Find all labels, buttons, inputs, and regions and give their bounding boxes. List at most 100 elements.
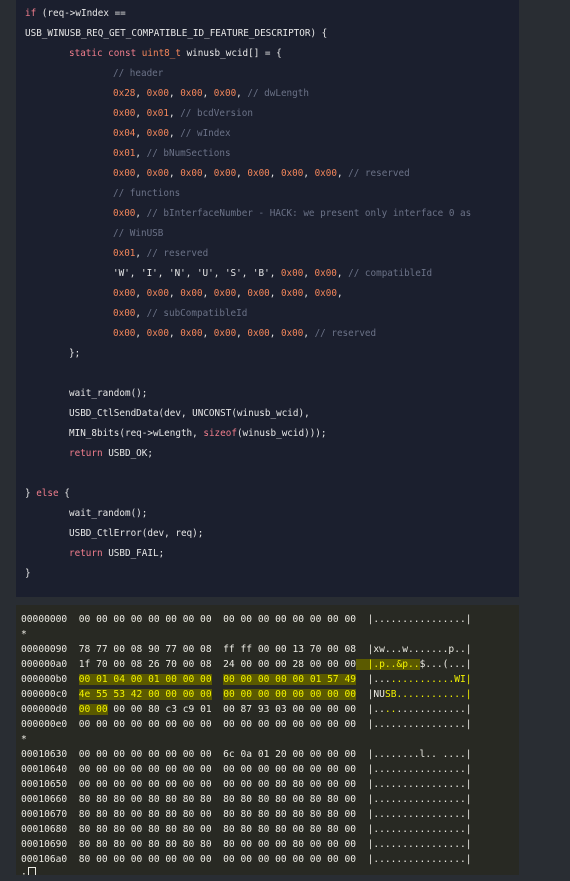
code-comment: // bInterfaceNumber - HACK: we present o… — [146, 208, 472, 219]
code-text: winusb_wcid[] = { — [180, 48, 282, 59]
highlighted-bytes: .. — [384, 704, 397, 715]
code-comment: // bcdVersion — [180, 108, 253, 119]
code-line: 0x01, // bNumSections — [113, 144, 231, 164]
code-line: 0x00, // subCompatibleId — [113, 304, 247, 324]
hexdump-line: 00000000 00 00 00 00 00 00 00 00 00 00 0… — [21, 614, 472, 625]
highlighted-bytes: |.p..&p.. — [356, 659, 420, 670]
code-text: , — [269, 288, 281, 299]
code-literal: 0x00 — [314, 268, 337, 279]
code-line: USBD_CtlSendData(dev, UNCONST(winusb_wci… — [69, 404, 310, 424]
hexdump-line: 000106a0 80 00 00 00 00 00 00 00 00 00 0… — [21, 854, 472, 865]
code-literal: 0x00 — [314, 288, 337, 299]
code-line: wait_random(); — [69, 384, 147, 404]
code-text: , — [303, 288, 315, 299]
code-line: USB_WINUSB_REQ_GET_COMPATIBLE_ID_FEATURE… — [25, 24, 327, 44]
code-comment: // wIndex — [180, 128, 231, 139]
code-literal: 0x00 — [113, 108, 136, 119]
code-literal: 0x00 — [180, 328, 203, 339]
code-keyword: return — [69, 548, 103, 559]
code-text: , — [135, 148, 147, 159]
highlighted-bytes: 00 01 04 00 01 00 00 00 — [78, 674, 212, 685]
hexdump-line: 00010630 00 00 00 00 00 00 00 00 6c 0a 0… — [21, 749, 472, 760]
code-text: 'W', 'I', 'N', 'U', 'S', 'B', — [113, 268, 281, 279]
code-line: } else { — [25, 484, 70, 504]
hexdump-line: 000000e0 00 00 00 00 00 00 00 00 00 00 0… — [21, 719, 472, 730]
code-literal: 0x01 — [146, 108, 169, 119]
code-text: }; — [69, 348, 81, 359]
code-line: 0x00, // bInterfaceNumber - HACK: we pre… — [113, 204, 471, 224]
code-line: 0x28, 0x00, 0x00, 0x00, // dwLength — [113, 84, 309, 104]
pager-prompt[interactable]: : — [21, 867, 36, 875]
code-text: , — [303, 168, 315, 179]
code-text: , — [168, 108, 181, 119]
hexdump-line: 00010680 80 80 80 00 80 80 80 00 80 80 8… — [21, 824, 472, 835]
hexdump-line: 000000a0 1f 70 00 08 26 70 00 08 24 00 0… — [21, 659, 472, 670]
code-line: 0x00, 0x00, 0x00, 0x00, 0x00, 0x00, 0x00… — [113, 284, 343, 304]
code-literal: 0x00 — [213, 88, 237, 99]
hexdump-line: 00010640 00 00 00 00 00 00 00 00 00 00 0… — [21, 764, 472, 775]
code-text: , — [168, 88, 181, 99]
code-comment: // WinUSB — [113, 228, 164, 239]
code-keyword: static const — [69, 48, 137, 59]
code-line: MIN_8bits(req->wLength, sizeof(winusb_wc… — [69, 424, 327, 444]
code-literal: 0x00 — [146, 88, 169, 99]
code-literal: 0x00 — [314, 168, 337, 179]
code-keyword: sizeof — [203, 428, 237, 439]
code-literal: 0x00 — [280, 288, 304, 299]
code-text: , — [336, 288, 343, 299]
code-line: return USBD_FAIL; — [69, 544, 164, 564]
code-line: }; — [69, 344, 80, 364]
code-literal: 0x00 — [180, 88, 203, 99]
code-text: , — [135, 168, 147, 179]
code-text: , — [336, 268, 349, 279]
code-text: , — [236, 88, 248, 99]
code-literal: 0x00 — [247, 328, 270, 339]
hexdump-terminal[interactable]: 00000000 00 00 00 00 00 00 00 00 00 00 0… — [16, 605, 519, 875]
hexdump-line: * — [21, 629, 27, 640]
code-line: wait_random(); — [69, 504, 147, 524]
code-text: , — [135, 208, 147, 219]
code-comment: // dwLength — [247, 88, 309, 99]
code-line: 0x00, 0x00, 0x00, 0x00, 0x00, 0x00, 0x00… — [113, 164, 410, 184]
code-literal: 0x01 — [113, 248, 136, 259]
code-keyword: else — [36, 488, 59, 499]
code-text: { — [58, 488, 70, 499]
code-line: 0x00, 0x00, 0x00, 0x00, 0x00, 0x00, // r… — [113, 324, 376, 344]
code-text: (req->wIndex == — [36, 8, 126, 19]
highlighted-bytes: 00 00 — [78, 704, 108, 715]
code-line: // WinUSB — [113, 224, 163, 244]
code-text: USB_WINUSB_REQ_GET_COMPATIBLE_ID_FEATURE… — [25, 28, 328, 39]
code-text: wait_random(); — [69, 508, 148, 519]
highlighted-bytes: 4e 55 53 42 00 00 00 00 — [78, 689, 212, 700]
hexdump-line: 00010660 80 80 80 00 80 80 80 80 80 80 8… — [21, 794, 472, 805]
code-text: , — [236, 288, 248, 299]
code-text: , — [135, 328, 147, 339]
code-editor-panel[interactable]: if (req->wIndex == USB_WINUSB_REQ_GET_COM… — [16, 0, 519, 597]
code-keyword: if — [25, 8, 37, 19]
code-text: } — [25, 568, 31, 579]
code-literal: 0x04 — [113, 128, 136, 139]
highlighted-bytes: ...........WI| — [390, 674, 472, 685]
hexdump-line: 000000c0 4e 55 53 42 00 00 00 00 00 00 0… — [21, 689, 472, 700]
code-literal: 0x00 — [247, 288, 270, 299]
code-literal: 0x00 — [113, 168, 136, 179]
code-text: USBD_OK; — [102, 448, 153, 459]
hexdump-line: 000000d0 00 00 00 00 80 c3 c9 01 00 87 9… — [21, 704, 472, 715]
code-comment: // bNumSections — [146, 148, 231, 159]
code-line: 0x01, // reserved — [113, 244, 208, 264]
code-text: , — [135, 108, 147, 119]
code-literal: 0x00 — [180, 168, 203, 179]
code-text: USBD_CtlSendData(dev, UNCONST(winusb_wci… — [69, 408, 310, 419]
hexdump-line: 00000090 78 77 00 08 90 77 00 08 ff ff 0… — [21, 644, 472, 655]
code-line: USBD_CtlError(dev, req); — [69, 524, 203, 544]
code-literal: 0x00 — [113, 328, 136, 339]
code-text: } — [25, 488, 37, 499]
code-text: , — [202, 328, 214, 339]
code-literal: 0x00 — [213, 288, 237, 299]
code-literal: 0x00 — [280, 268, 304, 279]
code-line: // functions — [113, 184, 180, 204]
code-text: (winusb_wcid))); — [236, 428, 327, 439]
code-line: return USBD_OK; — [69, 444, 153, 464]
highlighted-bytes: 00 00 00 00 00 00 00 00 — [223, 689, 357, 700]
code-text: , — [168, 128, 181, 139]
